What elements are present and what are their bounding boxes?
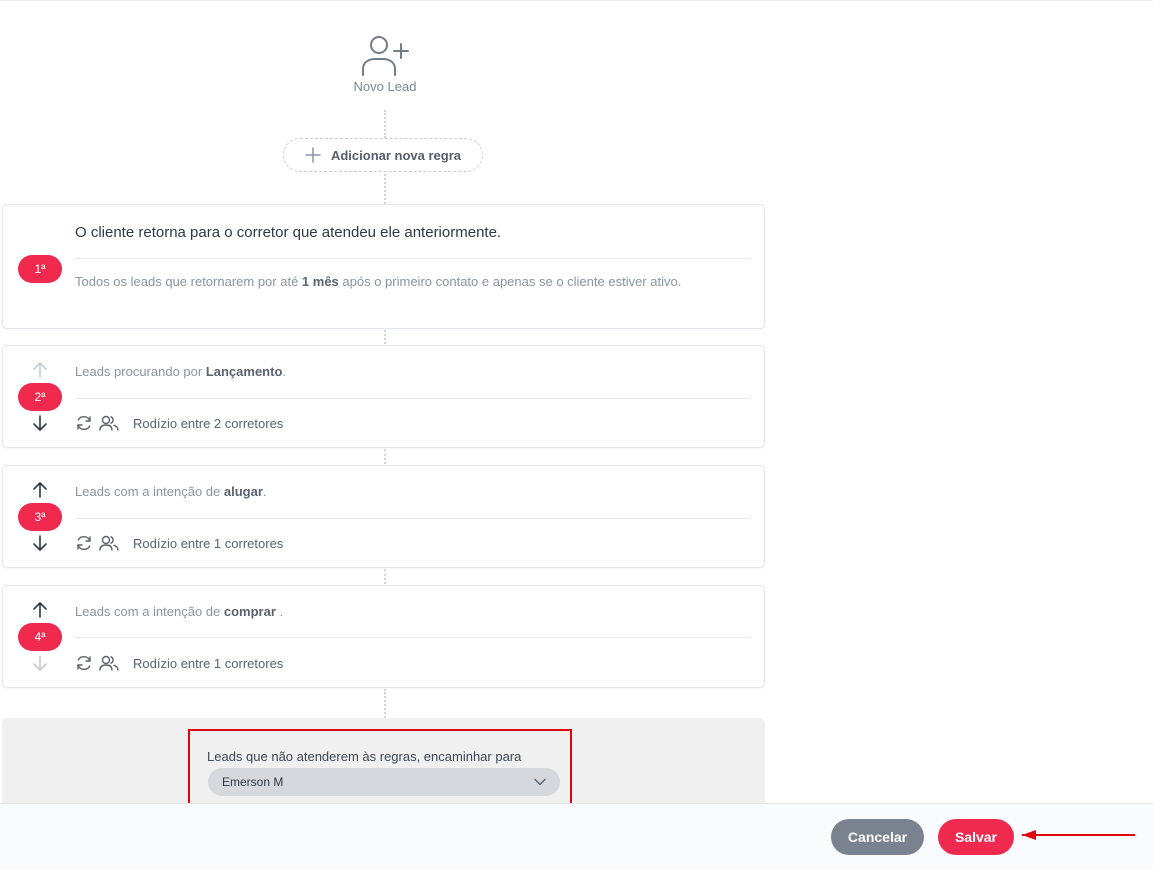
connector (384, 569, 386, 584)
rule-distribution: Rodízio entre 1 corretores (75, 654, 283, 672)
rule-card-2[interactable]: 2ª Leads procurando por Lançamento. Rodí… (2, 345, 765, 448)
cancel-button[interactable]: Cancelar (831, 819, 924, 855)
users-icon (99, 415, 119, 431)
rule-condition: Leads com a intenção de comprar . (75, 604, 750, 619)
rule-condition-text: . (275, 604, 284, 619)
new-lead-label: Novo Lead (353, 79, 417, 94)
rule-card-3[interactable]: 3ª Leads com a intenção de alugar. Rodíz… (2, 465, 765, 568)
rule-order-badge: 2ª (18, 383, 62, 411)
arrow-up-icon[interactable] (31, 601, 49, 619)
connector (384, 110, 386, 138)
selected-broker: Emerson M (222, 775, 284, 789)
divider (75, 258, 750, 259)
arrow-up-icon[interactable] (31, 361, 49, 379)
plus-icon (305, 147, 321, 163)
rule-order-badge: 4ª (18, 623, 62, 651)
arrow-down-icon[interactable] (31, 654, 49, 672)
rule-condition-text: . (262, 484, 267, 499)
refresh-icon (77, 655, 91, 671)
top-border (0, 0, 1153, 1)
save-button[interactable]: Salvar (938, 819, 1014, 855)
add-rule-button[interactable]: Adicionar nova regra (283, 138, 483, 172)
connector (384, 449, 386, 464)
rule-card-1[interactable]: 1ª O cliente retorna para o corretor que… (2, 204, 765, 329)
rule-description-text: Todos os leads que retornarem por até (75, 274, 302, 289)
rule-distribution: Rodízio entre 1 corretores (75, 534, 283, 552)
rule-condition-value: alugar (223, 484, 263, 499)
refresh-icon (77, 415, 91, 431)
refresh-icon (77, 535, 91, 551)
connector (384, 330, 386, 344)
distribution-label: Rodízio entre 1 corretores (133, 655, 284, 671)
rule-period: 1 mês (301, 274, 339, 289)
rule-condition-text: Leads com a intenção de (75, 604, 224, 619)
rule-title: O cliente retorna para o corretor que at… (75, 224, 502, 241)
users-icon (99, 655, 119, 671)
red-arrow-icon (1022, 830, 1135, 840)
rule-distribution: Rodízio entre 2 corretores (75, 414, 283, 432)
rule-order-badge: 1ª (18, 255, 62, 283)
rule-order-badge: 3ª (18, 503, 62, 531)
fallback-label: Leads que não atenderem às regras, encam… (207, 749, 522, 764)
divider (75, 518, 750, 519)
divider (75, 637, 750, 638)
distribution-label: Rodízio entre 1 corretores (133, 535, 284, 551)
rule-description-text: após o primeiro contato e apenas se o cl… (338, 274, 682, 289)
arrow-down-icon[interactable] (31, 534, 49, 552)
arrow-down-icon[interactable] (31, 414, 49, 432)
connector (384, 689, 386, 718)
rule-condition-value: Lançamento (205, 364, 283, 379)
rule-condition-text: . (282, 364, 287, 379)
divider (75, 398, 750, 399)
rule-description: Todos os leads que retornarem por até 1 … (75, 271, 715, 293)
arrow-up-icon[interactable] (31, 481, 49, 499)
rule-condition: Leads com a intenção de alugar. (75, 484, 750, 499)
new-lead-node: Novo Lead (330, 32, 440, 94)
rule-condition-text: Leads com a intenção de (75, 484, 224, 499)
rule-condition: Leads procurando por Lançamento. (75, 364, 750, 379)
users-icon (99, 535, 119, 551)
rule-card-4[interactable]: 4ª Leads com a intenção de comprar . Rod… (2, 585, 765, 688)
rule-condition-value: comprar (223, 604, 276, 619)
user-plus-icon (362, 36, 409, 76)
distribution-label: Rodízio entre 2 corretores (133, 415, 284, 431)
rule-condition-text: Leads procurando por (75, 364, 206, 379)
connector (384, 174, 386, 204)
fallback-broker-select[interactable]: Emerson M (208, 768, 560, 796)
add-rule-label: Adicionar nova regra (330, 147, 462, 163)
chevron-down-icon (534, 778, 546, 786)
